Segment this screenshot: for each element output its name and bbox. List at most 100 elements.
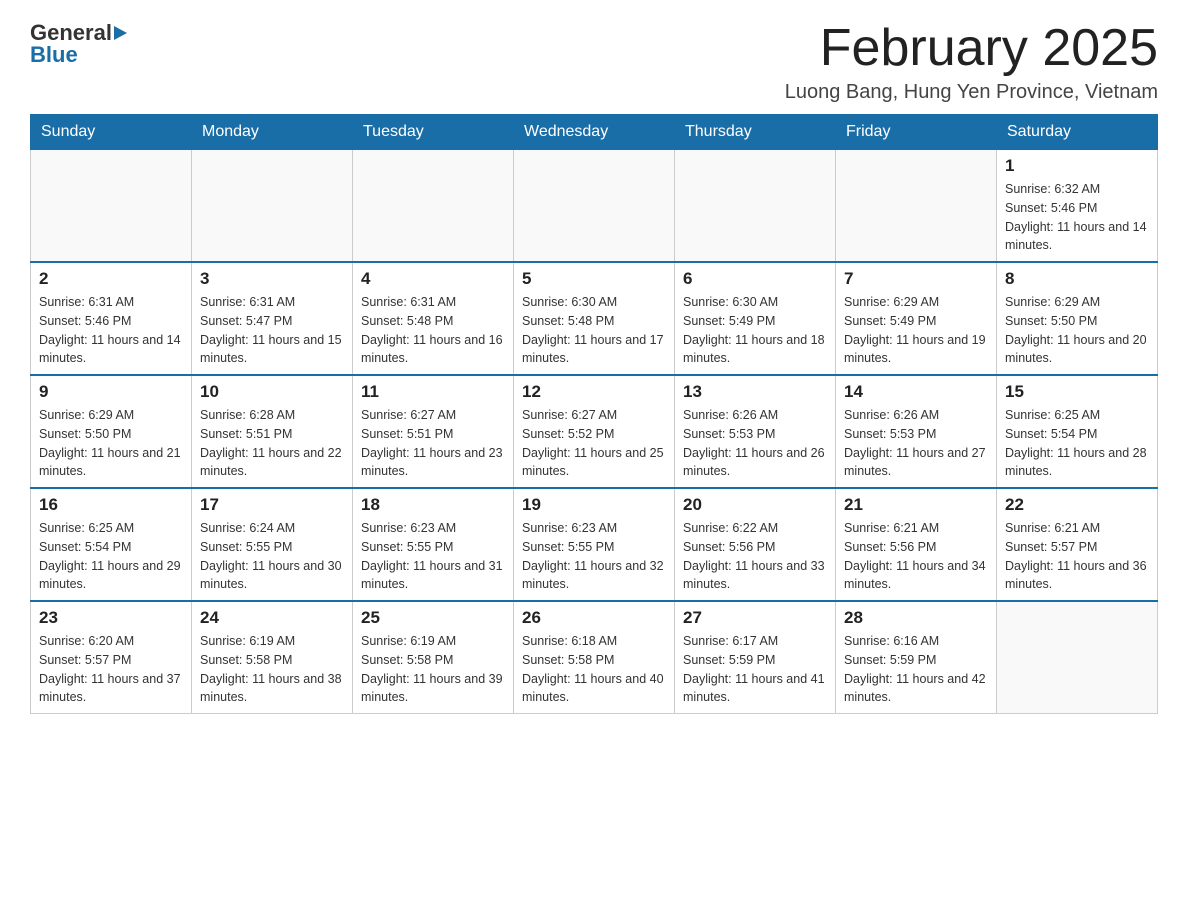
day-number: 10 (200, 382, 344, 402)
calendar-cell (31, 150, 192, 263)
calendar-cell: 15Sunrise: 6:25 AMSunset: 5:54 PMDayligh… (997, 375, 1158, 488)
day-info: Sunrise: 6:20 AMSunset: 5:57 PMDaylight:… (39, 632, 183, 707)
calendar-header-row: SundayMondayTuesdayWednesdayThursdayFrid… (31, 115, 1158, 150)
day-number: 19 (522, 495, 666, 515)
day-info: Sunrise: 6:31 AMSunset: 5:46 PMDaylight:… (39, 293, 183, 368)
calendar-week-row: 16 Sunrise: 6:25 AMSunset: 5:54 PMDayligh… (31, 488, 1158, 601)
day-info: Sunrise: 6:19 AMSunset: 5:58 PMDaylight:… (361, 632, 505, 707)
day-info: Sunrise: 6:28 AMSunset: 5:51 PMDaylight:… (200, 406, 344, 481)
day-number: 6 (683, 269, 827, 289)
day-info: Sunrise: 6:26 AMSunset: 5:53 PMDaylight:… (683, 406, 827, 481)
calendar-cell (353, 150, 514, 263)
day-info: Sunrise: 6:29 AMSunset: 5:50 PMDaylight:… (39, 406, 183, 481)
calendar-cell: 17 Sunrise: 6:24 AMSunset: 5:55 PMDayligh… (192, 488, 353, 601)
title-section: February 2025 Luong Bang, Hung Yen Provi… (785, 20, 1158, 104)
day-number: 22 (1005, 495, 1149, 515)
calendar-cell (675, 150, 836, 263)
day-info: Sunrise: 6:24 AMSunset: 5:55 PMDaylight:… (200, 519, 344, 594)
day-number: 9 (39, 382, 183, 402)
calendar-day-header: Monday (192, 115, 353, 150)
calendar-cell: 28 Sunrise: 6:16 AMSunset: 5:59 PMDayligh… (836, 601, 997, 714)
day-info: Sunrise: 6:25 AMSunset: 5:54 PMDaylight:… (39, 519, 183, 594)
calendar-cell (836, 150, 997, 263)
calendar-cell (514, 150, 675, 263)
calendar-week-row: 1 Sunrise: 6:32 AMSunset: 5:46 PMDaylight… (31, 150, 1158, 263)
day-number: 24 (200, 608, 344, 628)
day-number: 27 (683, 608, 827, 628)
calendar-cell: 25 Sunrise: 6:19 AMSunset: 5:58 PMDayligh… (353, 601, 514, 714)
calendar-cell: 27 Sunrise: 6:17 AMSunset: 5:59 PMDayligh… (675, 601, 836, 714)
calendar-cell: 7 Sunrise: 6:29 AMSunset: 5:49 PMDaylight… (836, 262, 997, 375)
day-info: Sunrise: 6:29 AMSunset: 5:49 PMDaylight:… (844, 293, 988, 368)
calendar-cell: 20 Sunrise: 6:22 AMSunset: 5:56 PMDayligh… (675, 488, 836, 601)
day-number: 14 (844, 382, 988, 402)
day-number: 1 (1005, 156, 1149, 176)
day-info: Sunrise: 6:30 AMSunset: 5:48 PMDaylight:… (522, 293, 666, 368)
calendar-cell: 14Sunrise: 6:26 AMSunset: 5:53 PMDayligh… (836, 375, 997, 488)
calendar-cell: 10 Sunrise: 6:28 AMSunset: 5:51 PMDayligh… (192, 375, 353, 488)
day-number: 5 (522, 269, 666, 289)
day-number: 12 (522, 382, 666, 402)
calendar-cell: 9 Sunrise: 6:29 AMSunset: 5:50 PMDaylight… (31, 375, 192, 488)
calendar-cell: 12 Sunrise: 6:27 AMSunset: 5:52 PMDayligh… (514, 375, 675, 488)
day-number: 16 (39, 495, 183, 515)
day-number: 2 (39, 269, 183, 289)
calendar-cell: 1 Sunrise: 6:32 AMSunset: 5:46 PMDaylight… (997, 150, 1158, 263)
day-info: Sunrise: 6:25 AMSunset: 5:54 PMDaylight:… (1005, 406, 1149, 481)
calendar-day-header: Saturday (997, 115, 1158, 150)
day-info: Sunrise: 6:16 AMSunset: 5:59 PMDaylight:… (844, 632, 988, 707)
calendar-cell (192, 150, 353, 263)
day-info: Sunrise: 6:23 AMSunset: 5:55 PMDaylight:… (361, 519, 505, 594)
calendar-cell: 18Sunrise: 6:23 AMSunset: 5:55 PMDayligh… (353, 488, 514, 601)
calendar-cell: 4Sunrise: 6:31 AMSunset: 5:48 PMDaylight… (353, 262, 514, 375)
calendar-cell: 16 Sunrise: 6:25 AMSunset: 5:54 PMDayligh… (31, 488, 192, 601)
day-number: 28 (844, 608, 988, 628)
day-info: Sunrise: 6:31 AMSunset: 5:47 PMDaylight:… (200, 293, 344, 368)
day-info: Sunrise: 6:23 AMSunset: 5:55 PMDaylight:… (522, 519, 666, 594)
day-info: Sunrise: 6:29 AMSunset: 5:50 PMDaylight:… (1005, 293, 1149, 368)
calendar-cell: 5 Sunrise: 6:30 AMSunset: 5:48 PMDaylight… (514, 262, 675, 375)
calendar-day-header: Wednesday (514, 115, 675, 150)
calendar-cell: 26 Sunrise: 6:18 AMSunset: 5:58 PMDayligh… (514, 601, 675, 714)
calendar-cell: 2 Sunrise: 6:31 AMSunset: 5:46 PMDaylight… (31, 262, 192, 375)
day-info: Sunrise: 6:27 AMSunset: 5:51 PMDaylight:… (361, 406, 505, 481)
page-header: General Blue February 2025 Luong Bang, H… (30, 20, 1158, 104)
calendar-table: SundayMondayTuesdayWednesdayThursdayFrid… (30, 114, 1158, 714)
day-number: 21 (844, 495, 988, 515)
calendar-subtitle: Luong Bang, Hung Yen Province, Vietnam (785, 81, 1158, 104)
calendar-day-header: Thursday (675, 115, 836, 150)
calendar-cell: 3 Sunrise: 6:31 AMSunset: 5:47 PMDaylight… (192, 262, 353, 375)
day-number: 17 (200, 495, 344, 515)
day-number: 3 (200, 269, 344, 289)
calendar-week-row: 9 Sunrise: 6:29 AMSunset: 5:50 PMDaylight… (31, 375, 1158, 488)
calendar-cell: 23 Sunrise: 6:20 AMSunset: 5:57 PMDayligh… (31, 601, 192, 714)
day-number: 20 (683, 495, 827, 515)
day-number: 7 (844, 269, 988, 289)
calendar-cell: 11 Sunrise: 6:27 AMSunset: 5:51 PMDayligh… (353, 375, 514, 488)
calendar-cell: 22 Sunrise: 6:21 AMSunset: 5:57 PMDayligh… (997, 488, 1158, 601)
logo-blue-text: Blue (30, 42, 78, 67)
day-number: 26 (522, 608, 666, 628)
day-info: Sunrise: 6:30 AMSunset: 5:49 PMDaylight:… (683, 293, 827, 368)
day-info: Sunrise: 6:21 AMSunset: 5:57 PMDaylight:… (1005, 519, 1149, 594)
calendar-day-header: Friday (836, 115, 997, 150)
day-number: 25 (361, 608, 505, 628)
calendar-cell: 13Sunrise: 6:26 AMSunset: 5:53 PMDayligh… (675, 375, 836, 488)
calendar-day-header: Tuesday (353, 115, 514, 150)
day-info: Sunrise: 6:27 AMSunset: 5:52 PMDaylight:… (522, 406, 666, 481)
day-info: Sunrise: 6:21 AMSunset: 5:56 PMDaylight:… (844, 519, 988, 594)
calendar-day-header: Sunday (31, 115, 192, 150)
day-number: 11 (361, 382, 505, 402)
calendar-cell: 24 Sunrise: 6:19 AMSunset: 5:58 PMDayligh… (192, 601, 353, 714)
logo-arrow-icon (114, 26, 127, 40)
calendar-week-row: 23 Sunrise: 6:20 AMSunset: 5:57 PMDayligh… (31, 601, 1158, 714)
day-info: Sunrise: 6:32 AMSunset: 5:46 PMDaylight:… (1005, 180, 1149, 255)
day-info: Sunrise: 6:19 AMSunset: 5:58 PMDaylight:… (200, 632, 344, 707)
day-info: Sunrise: 6:22 AMSunset: 5:56 PMDaylight:… (683, 519, 827, 594)
day-number: 4 (361, 269, 505, 289)
calendar-cell (997, 601, 1158, 714)
day-info: Sunrise: 6:18 AMSunset: 5:58 PMDaylight:… (522, 632, 666, 707)
day-number: 23 (39, 608, 183, 628)
day-number: 8 (1005, 269, 1149, 289)
day-info: Sunrise: 6:17 AMSunset: 5:59 PMDaylight:… (683, 632, 827, 707)
